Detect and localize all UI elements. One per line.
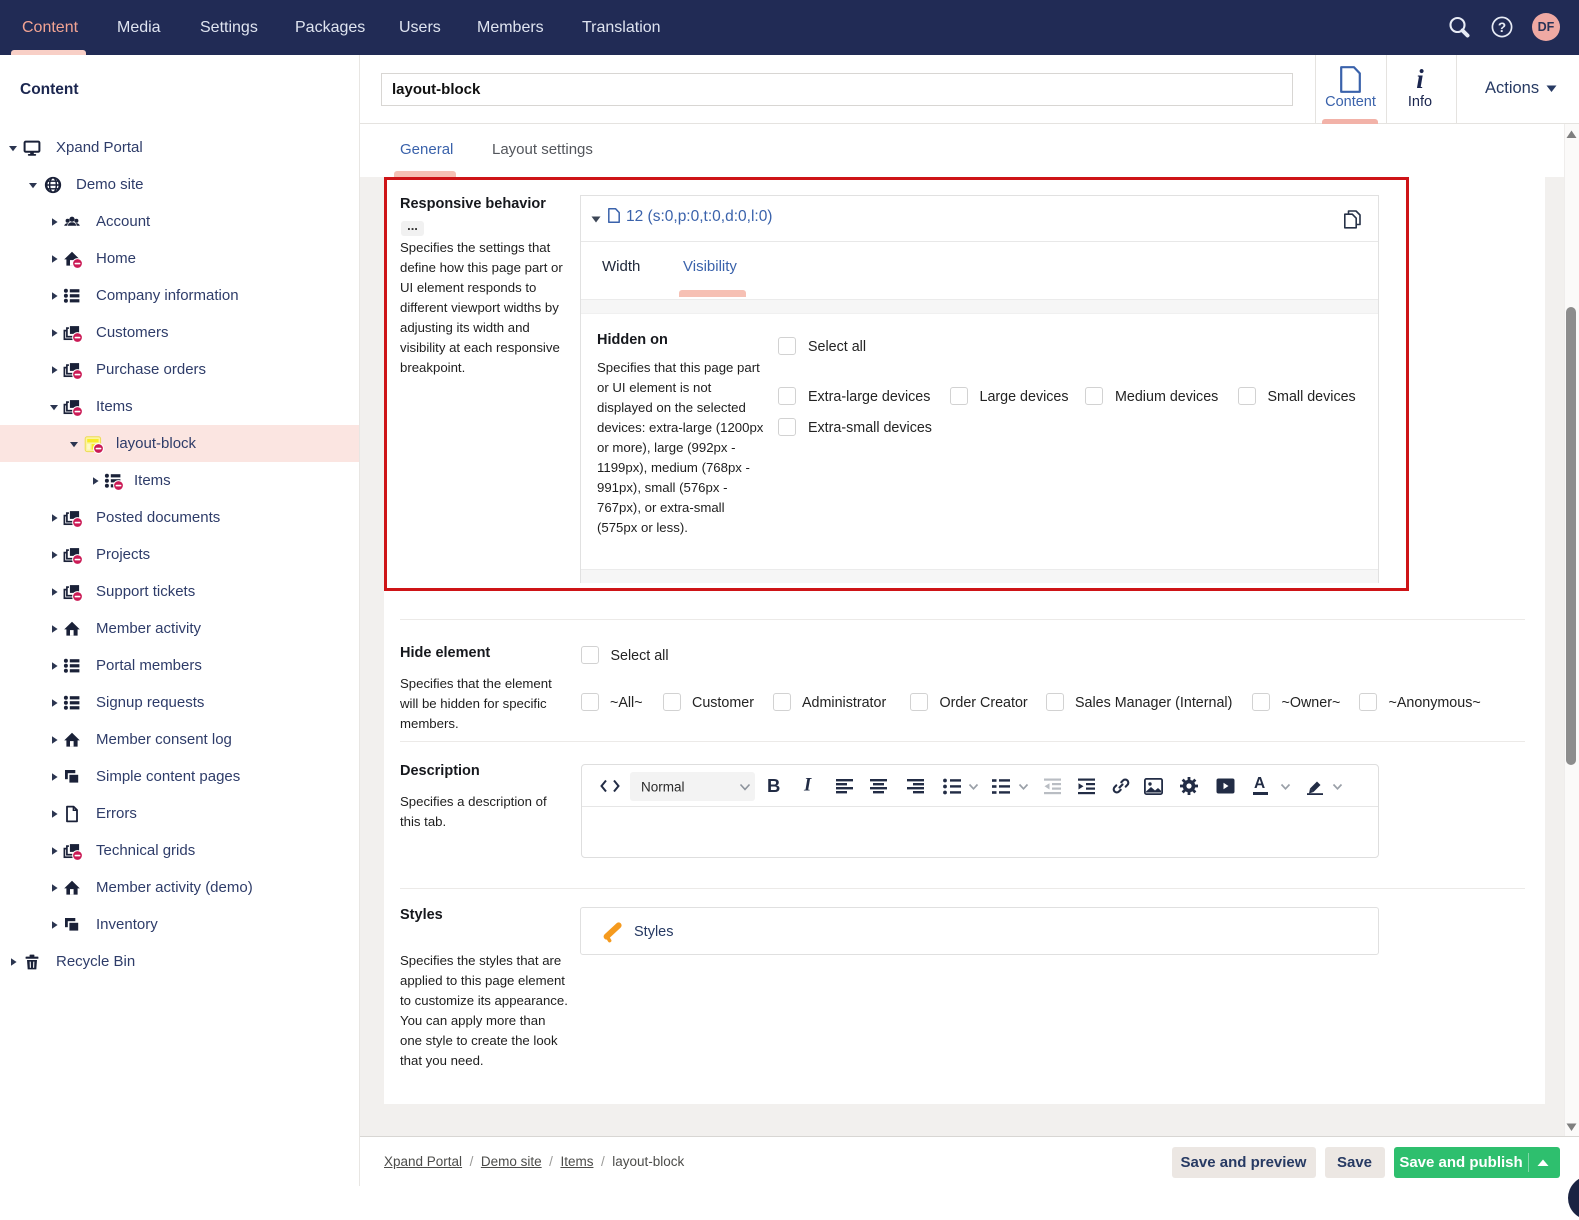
svg-text:?: ? — [1498, 20, 1506, 35]
